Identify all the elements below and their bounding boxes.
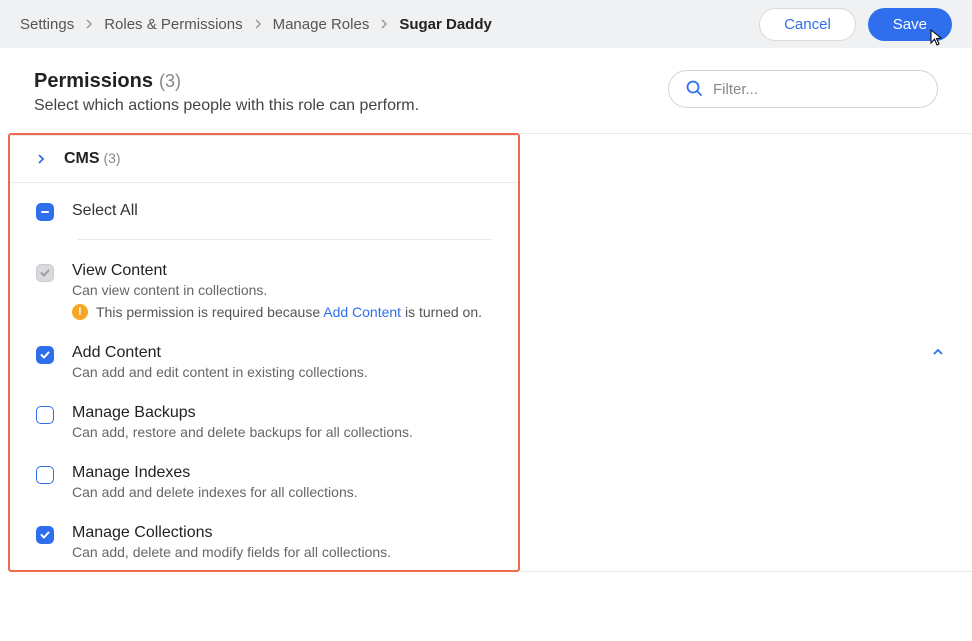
breadcrumb-roles-permissions[interactable]: Roles & Permissions <box>104 16 242 33</box>
permission-desc: Can view content in collections. <box>72 282 492 298</box>
select-all-label: Select All <box>72 202 138 220</box>
chevron-right-icon <box>84 19 94 29</box>
section-title-label: CMS <box>64 150 100 167</box>
page-title: Permissions (3) <box>34 70 419 93</box>
title-row: Permissions (3) Select which actions peo… <box>0 48 972 133</box>
page-title-label: Permissions <box>34 70 153 93</box>
permissions-list: Select All View Content Can view content… <box>10 183 518 570</box>
checkbox-add-content[interactable] <box>36 346 54 364</box>
highlight-frame: CMS (3) Select All View Content Can view… <box>8 133 520 572</box>
header-bar: Settings Roles & Permissions Manage Role… <box>0 0 972 48</box>
permission-title: View Content <box>72 262 492 280</box>
section-header-cms[interactable]: CMS (3) <box>10 135 518 183</box>
checkbox-manage-collections[interactable] <box>36 526 54 544</box>
title-text: Permissions (3) Select which actions peo… <box>34 70 419 115</box>
permission-title: Manage Backups <box>72 404 492 422</box>
section-count: (3) <box>103 150 120 166</box>
permission-note-link[interactable]: Add Content <box>323 304 401 320</box>
save-button[interactable]: Save <box>868 8 952 41</box>
chevron-right-icon <box>253 19 263 29</box>
save-button-label: Save <box>893 16 927 33</box>
permission-note-prefix: This permission is required because <box>96 304 323 320</box>
search-icon <box>685 79 703 100</box>
permission-title: Manage Collections <box>72 524 492 542</box>
breadcrumb-manage-roles[interactable]: Manage Roles <box>273 16 370 33</box>
breadcrumb: Settings Roles & Permissions Manage Role… <box>20 16 492 33</box>
select-all-row[interactable]: Select All <box>78 183 492 240</box>
warning-icon: ! <box>72 304 88 320</box>
checkbox-view-content <box>36 264 54 282</box>
permission-note-suffix: is turned on. <box>401 304 482 320</box>
chevron-up-icon[interactable] <box>932 345 944 361</box>
filter-input-wrap[interactable] <box>668 70 938 108</box>
select-all-checkbox[interactable] <box>36 203 54 221</box>
header-actions: Cancel Save <box>759 8 952 41</box>
page-subtitle: Select which actions people with this ro… <box>34 97 419 115</box>
chevron-right-icon <box>36 154 46 164</box>
permission-desc: Can add and delete indexes for all colle… <box>72 484 492 500</box>
permission-note: ! This permission is required because Ad… <box>72 304 492 320</box>
permission-title: Add Content <box>72 344 492 362</box>
checkbox-manage-backups[interactable] <box>36 406 54 424</box>
breadcrumb-settings[interactable]: Settings <box>20 16 74 33</box>
cancel-button[interactable]: Cancel <box>759 8 856 41</box>
page-title-count: (3) <box>159 71 181 92</box>
permission-manage-collections: Manage Collections Can add, delete and m… <box>36 510 492 570</box>
permission-desc: Can add and edit content in existing col… <box>72 364 492 380</box>
filter-input[interactable] <box>713 81 921 98</box>
permission-manage-backups: Manage Backups Can add, restore and dele… <box>36 390 492 450</box>
section-header-right <box>520 133 972 572</box>
permission-desc: Can add, delete and modify fields for al… <box>72 544 492 560</box>
checkbox-manage-indexes[interactable] <box>36 466 54 484</box>
permission-title: Manage Indexes <box>72 464 492 482</box>
permission-manage-indexes: Manage Indexes Can add and delete indexe… <box>36 450 492 510</box>
cursor-icon <box>929 28 945 50</box>
permission-add-content: Add Content Can add and edit content in … <box>36 330 492 390</box>
chevron-right-icon <box>379 19 389 29</box>
breadcrumb-current: Sugar Daddy <box>399 16 492 33</box>
permission-view-content: View Content Can view content in collect… <box>36 248 492 330</box>
permission-desc: Can add, restore and delete backups for … <box>72 424 492 440</box>
section-title: CMS (3) <box>64 150 121 168</box>
